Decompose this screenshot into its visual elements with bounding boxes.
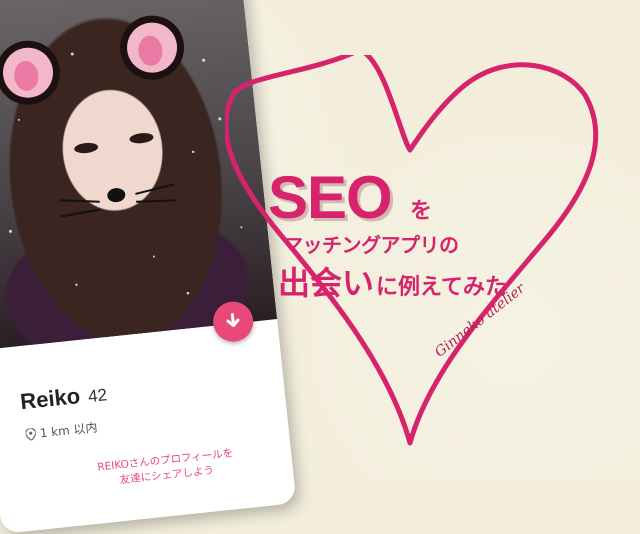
profile-name: Reiko — [19, 383, 82, 415]
headline-line2: マッチングアプリの — [283, 233, 459, 257]
headline-seo: SEO — [268, 164, 393, 231]
profile-distance: 1 km 以内 — [25, 418, 98, 442]
profile-age: 42 — [87, 385, 108, 407]
profile-header: Reiko 42 — [19, 380, 108, 415]
map-pin-icon — [25, 427, 37, 441]
headline-particle: を — [410, 199, 433, 224]
distance-label: 1 km 以内 — [39, 420, 99, 441]
headline-line3-rest: に例えてみた — [376, 275, 507, 300]
headline-line3: 出会い に例えてみた — [278, 258, 507, 304]
headline-line3-big: 出会い — [278, 264, 375, 302]
